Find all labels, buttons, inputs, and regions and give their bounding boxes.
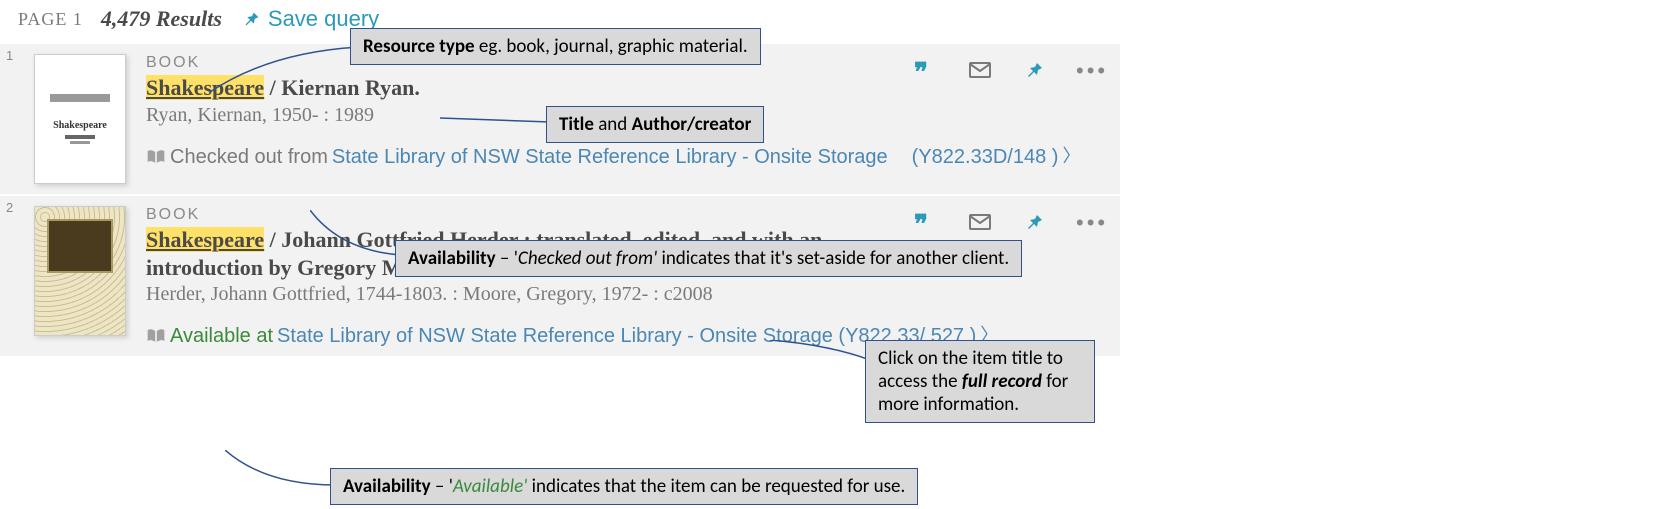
cite-icon[interactable]: ❞ <box>914 58 938 82</box>
result-thumbnail[interactable] <box>34 206 126 336</box>
location-link[interactable]: State Library of NSW State Reference Lib… <box>332 143 888 171</box>
email-icon[interactable] <box>968 210 992 234</box>
result-byline: Herder, Johann Gottfried, 1744-1803. : M… <box>146 283 1094 306</box>
title-highlight: Shakespeare <box>146 75 264 100</box>
callout-checked-out: Availability – 'Checked out from' indica… <box>395 240 1022 277</box>
more-icon[interactable]: ••• <box>1076 58 1100 82</box>
result-number: 2 <box>6 200 13 215</box>
call-number: (Y822.33D/148 ) <box>912 143 1059 171</box>
pin-icon <box>240 8 262 30</box>
result-actions: ❞ ••• <box>914 58 1100 82</box>
callout-full-record: Click on the item title to access the fu… <box>865 340 1095 423</box>
result-actions: ❞ ••• <box>914 210 1100 234</box>
page-label: PAGE 1 <box>18 9 83 30</box>
callout-resource-type: Resource type eg. book, journal, graphic… <box>350 28 761 65</box>
cite-icon[interactable]: ❞ <box>914 210 938 234</box>
availability-line[interactable]: Checked out from State Library of NSW St… <box>146 143 1094 171</box>
email-icon[interactable] <box>968 58 992 82</box>
book-icon <box>146 327 166 345</box>
results-count: 4,479 Results <box>101 6 222 32</box>
title-rest: / Kiernan Ryan. <box>264 75 420 100</box>
availability-status: Checked out from <box>170 143 328 171</box>
results-header: PAGE 1 4,479 Results Save query <box>0 0 1653 42</box>
book-icon <box>146 148 166 166</box>
chevron-right-icon[interactable]: 〉 <box>1062 144 1080 169</box>
callout-available: Availability – 'Available' indicates tha… <box>330 468 918 505</box>
availability-status: Available at <box>170 322 273 350</box>
title-highlight: Shakespeare <box>146 227 264 252</box>
result-thumbnail[interactable]: Shakespeare <box>34 54 126 184</box>
pin-icon[interactable] <box>1022 58 1046 82</box>
result-number: 1 <box>6 48 13 63</box>
callout-title-author: Title and Author/creator <box>546 106 764 143</box>
more-icon[interactable]: ••• <box>1076 210 1100 234</box>
pin-icon[interactable] <box>1022 210 1046 234</box>
